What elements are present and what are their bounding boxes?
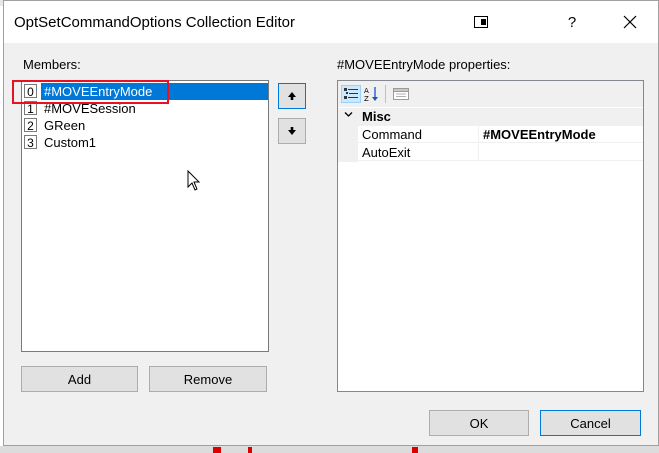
toolbar-separator xyxy=(385,85,386,103)
property-name: Command xyxy=(358,126,479,143)
add-button[interactable]: Add xyxy=(21,366,138,392)
list-item[interactable]: 2 GReen xyxy=(24,117,268,134)
svg-text:A: A xyxy=(364,87,369,95)
arrow-down-icon xyxy=(288,127,296,135)
property-pages-icon xyxy=(393,88,409,100)
row-gutter xyxy=(338,144,358,162)
window-title: OptSetCommandOptions Collection Editor xyxy=(14,14,295,31)
categorized-icon xyxy=(344,88,358,99)
category-label: Misc xyxy=(362,109,391,124)
list-item-index: 3 xyxy=(24,135,37,150)
members-listbox[interactable]: 0 #MOVEEntryMode 1 #MOVESession 2 GReen … xyxy=(21,80,269,352)
list-item[interactable]: 3 Custom1 xyxy=(24,134,268,151)
move-down-button[interactable] xyxy=(278,118,306,144)
categorized-view-button[interactable] xyxy=(341,85,361,103)
category-row-misc[interactable]: Misc xyxy=(338,108,643,126)
background-red-mark xyxy=(412,447,418,453)
arrow-up-icon xyxy=(288,92,296,100)
properties-label: #MOVEEntryMode properties: xyxy=(337,57,511,72)
background-red-mark xyxy=(248,447,252,453)
property-pages-button[interactable] xyxy=(391,85,411,103)
help-icon[interactable]: ? xyxy=(557,10,587,34)
mouse-cursor-icon xyxy=(187,169,201,195)
row-gutter xyxy=(338,126,358,144)
ok-button[interactable]: OK xyxy=(429,410,529,436)
remove-button[interactable]: Remove xyxy=(149,366,267,392)
background-red-mark xyxy=(213,447,221,453)
close-icon[interactable] xyxy=(615,10,645,34)
window-layout-icon[interactable] xyxy=(466,10,496,34)
background-window-bottom xyxy=(0,446,659,453)
members-label: Members: xyxy=(23,57,81,72)
property-value[interactable] xyxy=(479,144,643,161)
alphabetical-view-button[interactable]: A Z xyxy=(362,85,382,103)
svg-text:Z: Z xyxy=(364,95,369,102)
move-up-button[interactable] xyxy=(278,83,306,109)
property-grid-toolbar: A Z xyxy=(338,81,643,107)
selection-highlight-annotation xyxy=(12,80,169,104)
sort-az-icon: A Z xyxy=(364,87,378,102)
list-item-label: GReen xyxy=(44,118,86,133)
property-row-command[interactable]: Command #MOVEEntryMode xyxy=(338,126,643,144)
collection-editor-dialog: OptSetCommandOptions Collection Editor ?… xyxy=(3,0,659,446)
list-item-label: Custom1 xyxy=(44,135,97,150)
property-row-autoexit[interactable]: AutoExit xyxy=(338,144,643,162)
property-value[interactable]: #MOVEEntryMode xyxy=(479,126,643,143)
property-grid[interactable]: A Z Misc Command #MOVEEntryMode AutoExit xyxy=(337,80,644,392)
list-item-index: 2 xyxy=(24,118,37,133)
title-bar: OptSetCommandOptions Collection Editor ? xyxy=(4,1,658,43)
cancel-button[interactable]: Cancel xyxy=(540,410,641,436)
property-name: AutoExit xyxy=(358,144,479,161)
chevron-down-icon[interactable] xyxy=(344,110,353,122)
